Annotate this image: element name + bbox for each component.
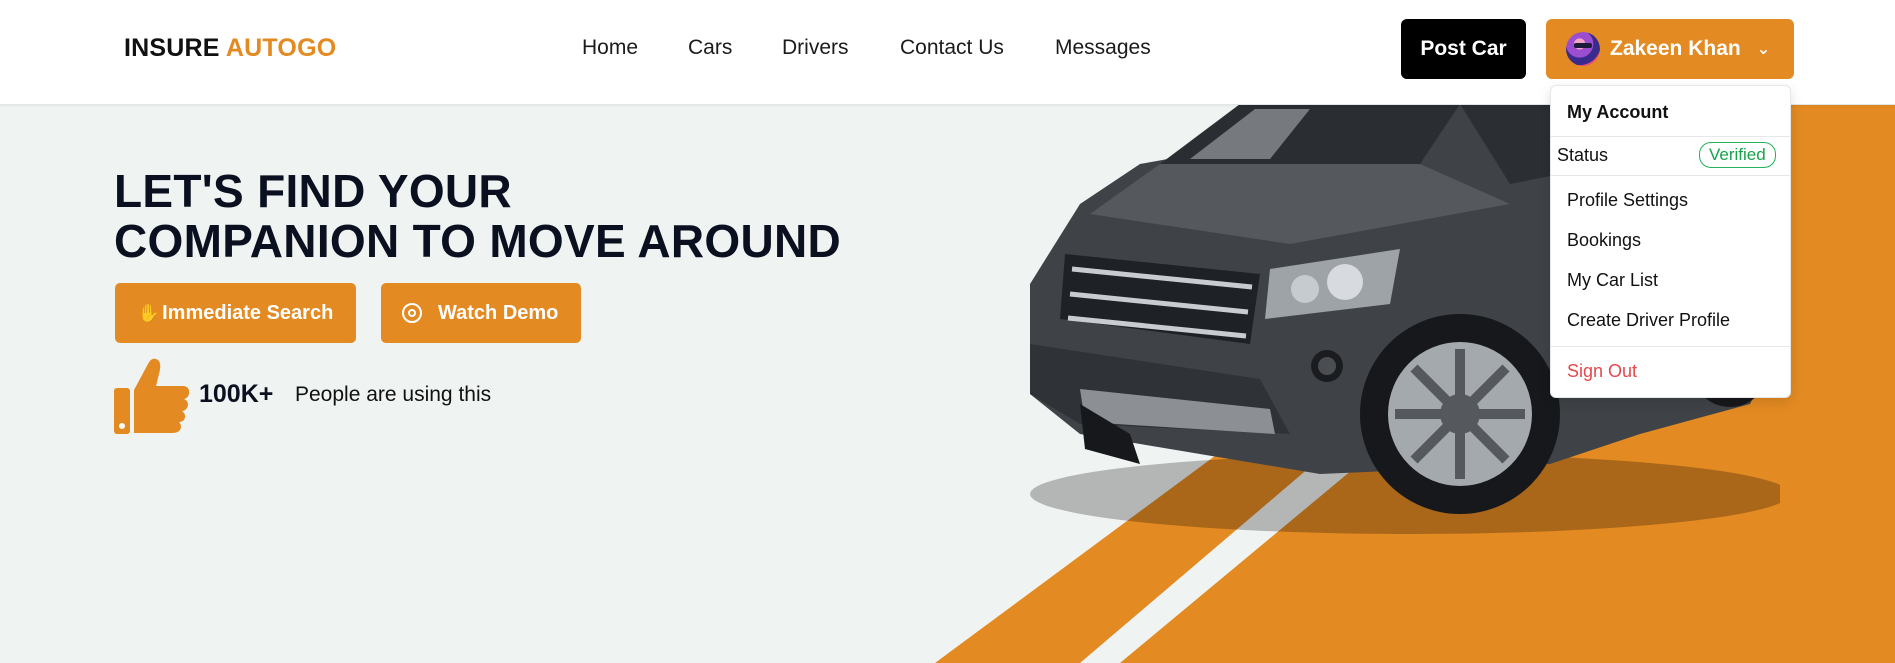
thumbs-up-icon	[114, 358, 190, 434]
watch-demo-button[interactable]: Watch Demo	[381, 283, 581, 343]
stat-text: People are using this	[295, 383, 492, 406]
divider	[1551, 346, 1790, 347]
user-name: Zakeen Khan	[1610, 37, 1741, 60]
status-badge: Verified	[1699, 142, 1776, 168]
menu-item-profile-settings[interactable]: Profile Settings	[1567, 190, 1688, 211]
menu-item-create-driver-profile[interactable]: Create Driver Profile	[1567, 310, 1730, 331]
post-car-button[interactable]: Post Car	[1401, 19, 1526, 79]
nav-drivers[interactable]: Drivers	[782, 36, 849, 60]
nav-cars[interactable]: Cars	[688, 36, 732, 60]
menu-item-sign-out[interactable]: Sign Out	[1567, 361, 1637, 382]
account-dropdown: My Account Status Verified Profile Setti…	[1550, 85, 1791, 398]
menu-item-bookings[interactable]: Bookings	[1567, 230, 1641, 251]
chevron-down-icon: ⌄	[1756, 41, 1771, 58]
nav-home[interactable]: Home	[582, 36, 638, 60]
menu-item-my-car-list[interactable]: My Car List	[1567, 270, 1658, 291]
hero-title-line-2: COMPANION TO MOVE AROUND	[114, 215, 842, 267]
brand-logo[interactable]: INSURE AUTOGO	[124, 34, 336, 63]
logo-text-insure: INSURE	[124, 34, 220, 62]
hero-title: LET'S FIND YOUR COMPANION TO MOVE AROUND	[114, 166, 1014, 266]
hand-icon: ✋	[137, 302, 161, 323]
divider	[1551, 175, 1790, 176]
user-menu-button[interactable]: Zakeen Khan ⌄	[1546, 19, 1794, 79]
nav-messages[interactable]: Messages	[1055, 36, 1151, 60]
dropdown-heading: My Account	[1567, 102, 1669, 122]
target-icon	[402, 303, 422, 323]
divider	[1551, 136, 1790, 137]
nav-contact-us[interactable]: Contact Us	[900, 36, 1004, 60]
hero-title-line-1: LET'S FIND YOUR	[114, 165, 512, 217]
logo-text-autogo: AUTOGO	[225, 34, 337, 62]
immediate-search-button[interactable]: ✋ Immediate Search	[115, 283, 356, 343]
avatar	[1566, 32, 1600, 66]
status-label: Status	[1557, 145, 1609, 165]
stat-value: 100K+	[199, 380, 274, 408]
immediate-search-label: Immediate Search	[162, 301, 334, 324]
watch-demo-label: Watch Demo	[438, 301, 559, 324]
